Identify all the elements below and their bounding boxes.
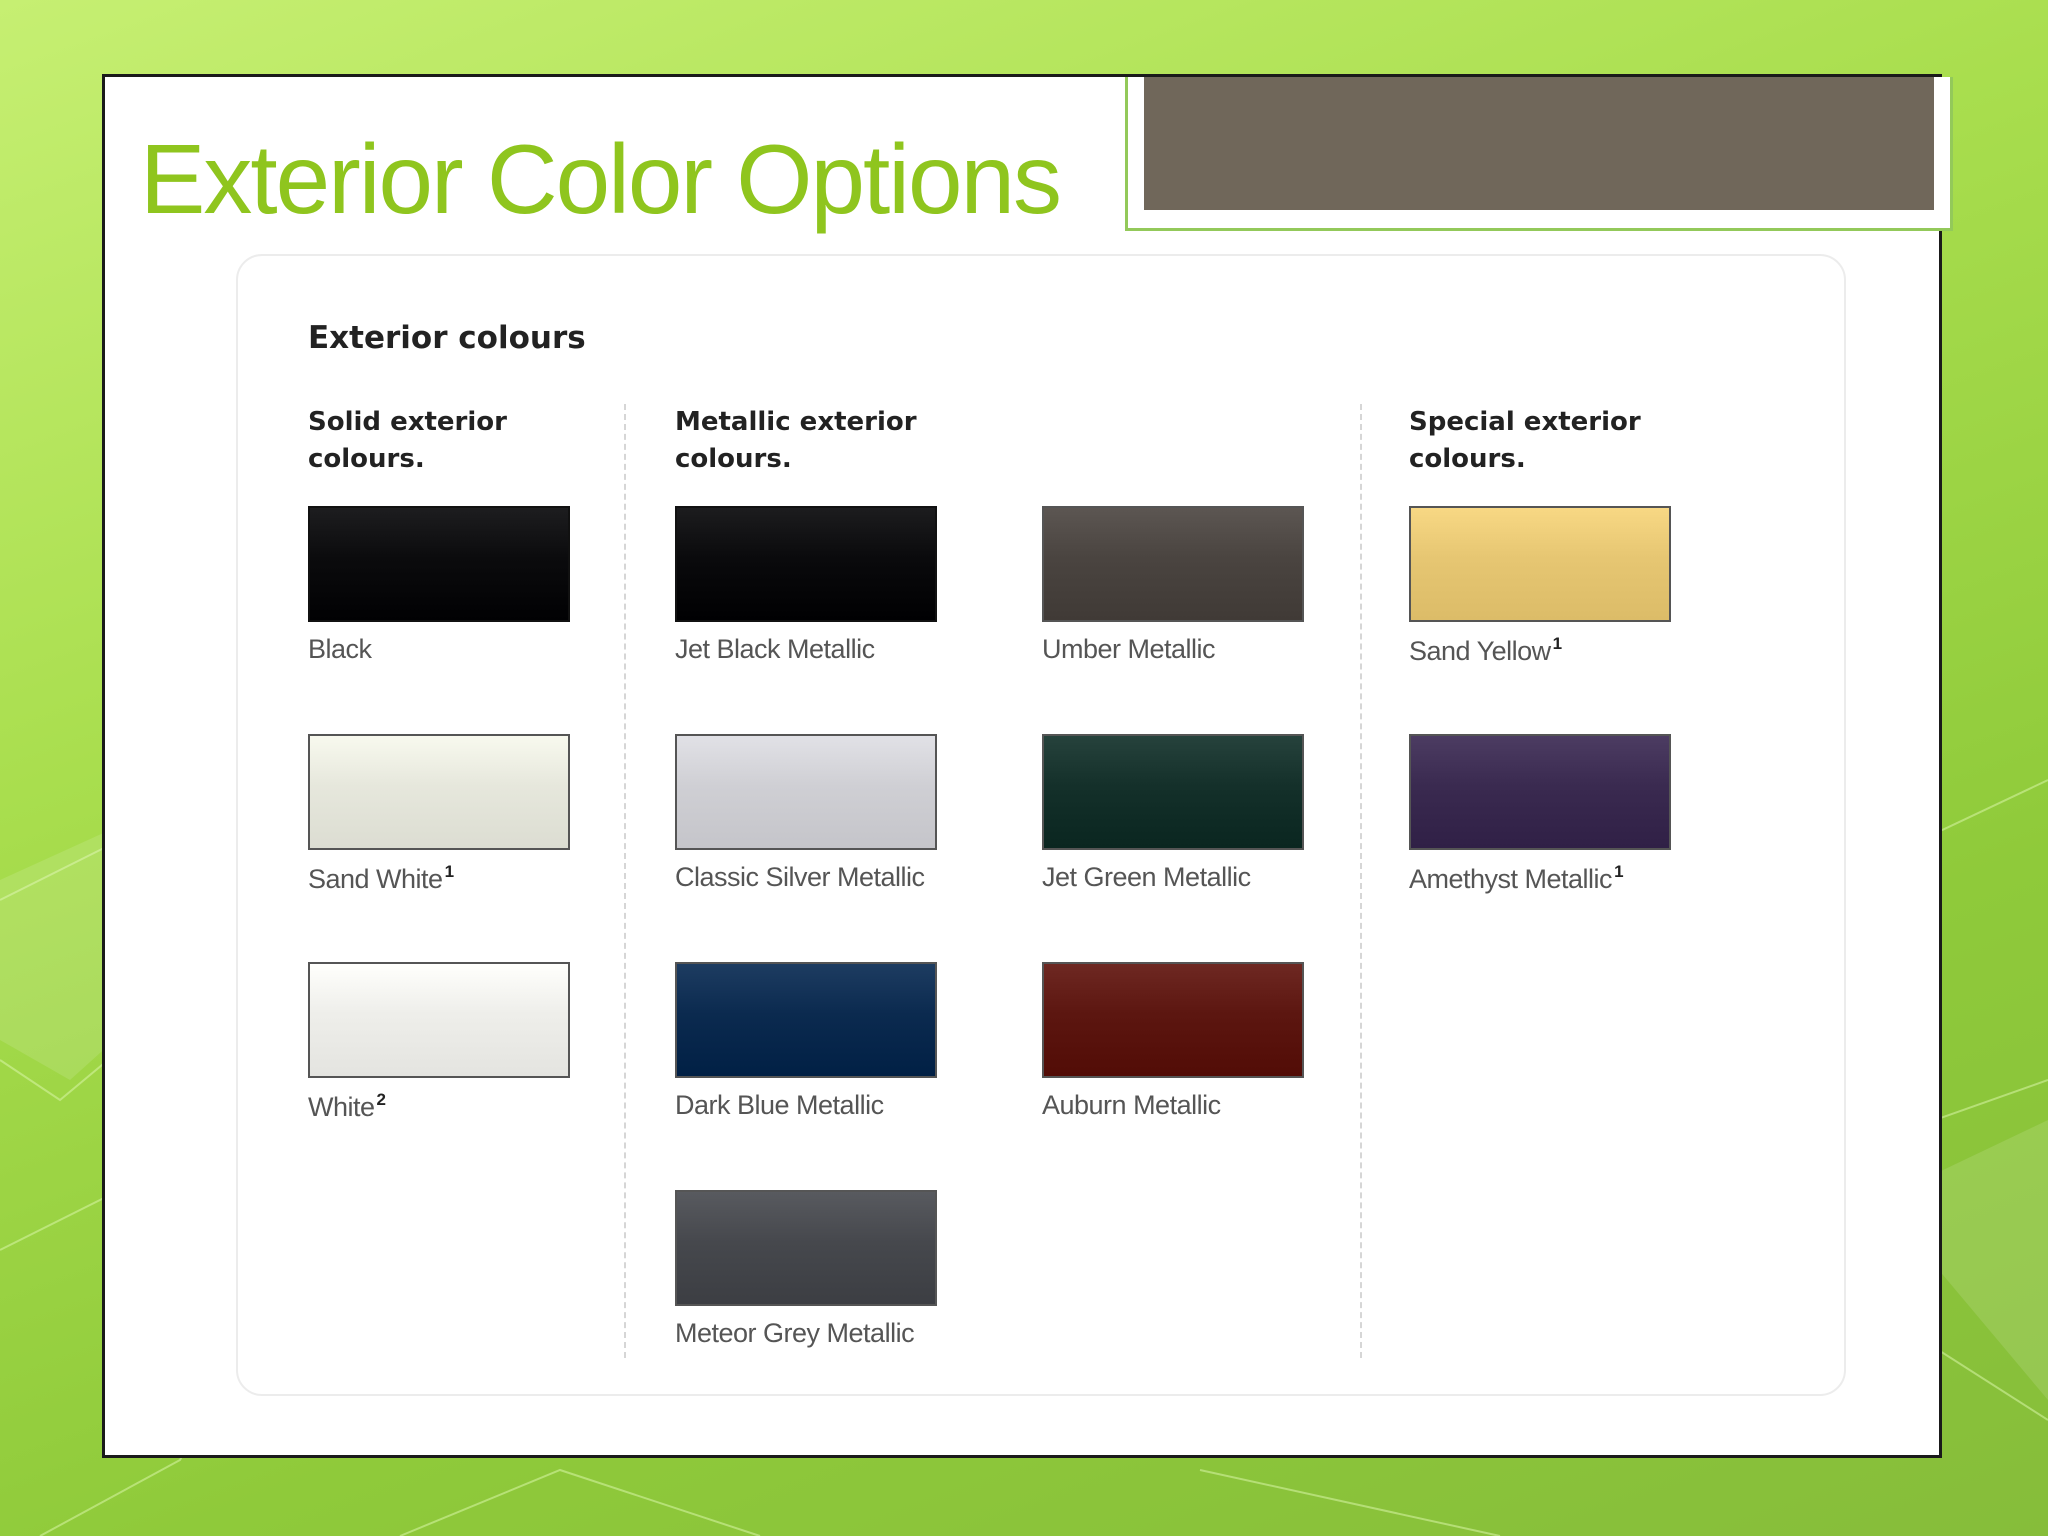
swatch-classic-silver-metallic — [675, 734, 937, 850]
swatch-label-auburn-metallic: Auburn Metallic — [1042, 1090, 1221, 1121]
swatch-name: Jet Green Metallic — [1042, 862, 1251, 892]
swatch-sand-white — [308, 734, 570, 850]
swatch-name: Umber Metallic — [1042, 634, 1216, 664]
swatch-jet-green-metallic — [1042, 734, 1304, 850]
column-divider — [1360, 404, 1362, 1358]
swatch-amethyst-metallic — [1409, 734, 1671, 850]
swatch-label-jet-green-metallic: Jet Green Metallic — [1042, 862, 1251, 893]
group-heading-special: Special exterior colours. — [1409, 407, 1641, 474]
swatch-name: Sand Yellow — [1409, 636, 1551, 666]
swatch-label-meteor-grey-metallic: Meteor Grey Metallic — [675, 1318, 915, 1349]
swatch-umber-metallic — [1042, 506, 1304, 622]
swatch-white — [308, 962, 570, 1078]
swatch-label-sand-yellow: Sand Yellow 1 — [1409, 634, 1562, 667]
swatch-dark-blue-metallic — [675, 962, 937, 1078]
swatch-label-dark-blue-metallic: Dark Blue Metallic — [675, 1090, 884, 1121]
title-box-fill — [1144, 77, 1934, 210]
swatch-name: Jet Black Metallic — [675, 634, 875, 664]
swatch-label-jet-black-metallic: Jet Black Metallic — [675, 634, 875, 665]
footnote-marker: 1 — [444, 862, 454, 881]
colour-chart-panel: Exterior colours Solid exterior colours.… — [236, 254, 1846, 1396]
panel-heading: Exterior colours — [308, 320, 586, 356]
group-heading-metallic: Metallic exterior colours. — [675, 407, 917, 474]
swatch-sand-yellow — [1409, 506, 1671, 622]
swatch-name: Sand White — [308, 864, 443, 894]
swatch-label-amethyst-metallic: Amethyst Metallic 1 — [1409, 862, 1624, 895]
swatch-jet-black-metallic — [675, 506, 937, 622]
swatch-black — [308, 506, 570, 622]
swatch-name: Meteor Grey Metallic — [675, 1318, 915, 1348]
swatch-label-black: Black — [308, 634, 372, 665]
column-divider — [624, 404, 626, 1358]
swatch-name: Amethyst Metallic — [1409, 864, 1613, 894]
swatch-label-white: White 2 — [308, 1090, 386, 1123]
footnote-marker: 2 — [376, 1090, 386, 1109]
swatch-name: Classic Silver Metallic — [675, 862, 925, 892]
footnote-marker: 1 — [1614, 862, 1624, 881]
swatch-label-classic-silver-metallic: Classic Silver Metallic — [675, 862, 925, 893]
swatch-auburn-metallic — [1042, 962, 1304, 1078]
swatch-label-sand-white: Sand White 1 — [308, 862, 454, 895]
swatch-name: Black — [308, 634, 372, 664]
swatch-meteor-grey-metallic — [675, 1190, 937, 1306]
swatch-name: White — [308, 1092, 375, 1122]
slide-title: Exterior Color Options — [140, 124, 1062, 234]
footnote-marker: 1 — [1552, 634, 1562, 653]
swatch-name: Dark Blue Metallic — [675, 1090, 884, 1120]
title-placeholder-box — [1125, 77, 1953, 231]
group-heading-solid: Solid exterior colours. — [308, 407, 507, 474]
swatch-label-umber-metallic: Umber Metallic — [1042, 634, 1216, 665]
swatch-name: Auburn Metallic — [1042, 1090, 1221, 1120]
